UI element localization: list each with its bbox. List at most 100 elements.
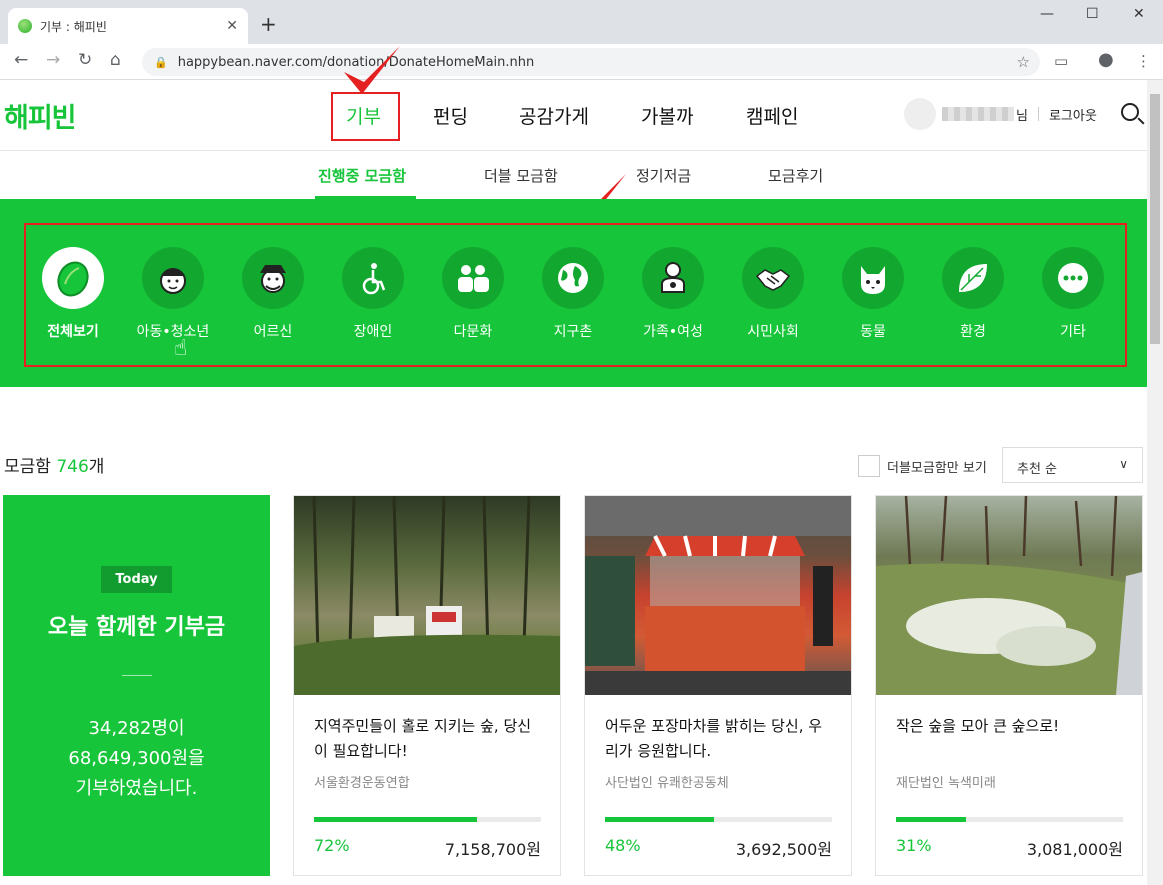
count-suffix: 개	[88, 457, 105, 477]
home-icon[interactable]: ⌂	[110, 50, 121, 70]
logout-link[interactable]: 로그아웃	[1049, 105, 1097, 124]
browser-tab-bar: 기부 : 해피빈 ✕ + — ☐ ✕	[0, 0, 1163, 44]
tab-double[interactable]: 더블 모금함	[484, 165, 558, 186]
category-band: 전체보기 아동•청소년 어르신 장애인 다문화 지구촌 가족•여성 시민사회 동…	[0, 199, 1147, 387]
fundraiser-title[interactable]: 작은 숲을 모아 큰 숲으로!	[896, 714, 1124, 739]
bookmark-star-icon[interactable]: ☆	[1017, 53, 1030, 71]
gnb-campaign[interactable]: 캠페인	[746, 102, 798, 129]
progress-fill	[314, 817, 478, 822]
fundraiser-card[interactable]: 어두운 포장마차를 밝히는 당신, 우리가 응원합니다. 사단법인 유쾌한공동체…	[584, 495, 852, 876]
category-youth[interactable]: 아동•청소년	[133, 247, 213, 341]
category-etc[interactable]: 기타	[1033, 247, 1113, 341]
checkmark-annotation-icon	[344, 46, 400, 94]
sort-value: 추천 순	[1017, 462, 1058, 477]
favicon-icon	[18, 19, 32, 33]
bean-icon	[42, 247, 104, 309]
child-icon	[142, 247, 204, 309]
handshake-icon	[742, 247, 804, 309]
fundraiser-title[interactable]: 어두운 포장마차를 밝히는 당신, 우리가 응원합니다.	[605, 714, 833, 764]
lock-icon: 🔒	[154, 55, 168, 69]
category-disabled[interactable]: 장애인	[333, 247, 413, 341]
gnb-shop[interactable]: 공감가게	[519, 102, 589, 129]
browser-toolbar: ← → ↻ ⌂ 🔒 happybean.naver.com/donation/D…	[0, 44, 1163, 80]
today-amount: 68,649,300원을	[68, 748, 205, 769]
fundraiser-image[interactable]	[294, 495, 560, 695]
more-icon	[1042, 247, 1104, 309]
count-prefix: 모금함	[4, 457, 57, 477]
fundraiser-image[interactable]	[585, 496, 851, 695]
chevron-down-icon: ∨	[1119, 457, 1128, 471]
progress-percent: 31%	[896, 836, 932, 855]
fundraiser-count: 모금함 746개	[4, 452, 104, 477]
double-only-label[interactable]: 더블모금함만 보기	[887, 457, 987, 476]
tab-close-icon[interactable]: ✕	[226, 18, 238, 34]
profile-icon[interactable]: ●	[1098, 49, 1114, 70]
tab-review[interactable]: 모금후기	[768, 165, 823, 186]
category-label: 가족•여성	[643, 324, 703, 340]
fundraiser-card[interactable]: 작은 숲을 모아 큰 숲으로! 재단법인 녹색미래 31% 3,081,000원	[875, 495, 1143, 876]
today-donation-card: Today 오늘 함께한 기부금 34,282명이 68,649,300원을 기…	[3, 495, 270, 876]
divider	[121, 675, 152, 676]
tab-regular[interactable]: 정기저금	[636, 165, 691, 186]
fundraiser-org: 재단법인 녹색미래	[896, 776, 996, 791]
tab-title: 기부 : 해피빈	[40, 19, 107, 34]
menu-icon[interactable]: ⋮	[1136, 52, 1151, 70]
avatar[interactable]	[904, 98, 936, 130]
maximize-button[interactable]: ☐	[1086, 6, 1099, 22]
leaf-icon	[942, 247, 1004, 309]
sort-dropdown[interactable]: 추천 순 ∨	[1002, 447, 1143, 483]
category-label: 동물	[860, 324, 886, 340]
hand-cursor-icon: ☝	[174, 336, 188, 361]
category-multicultural[interactable]: 다문화	[433, 247, 513, 341]
category-label: 전체보기	[47, 324, 99, 340]
new-tab-button[interactable]: +	[260, 12, 277, 36]
category-family[interactable]: 가족•여성	[633, 247, 713, 341]
gnb-visit[interactable]: 가볼까	[641, 102, 693, 129]
progress-fill	[896, 817, 967, 822]
people-icon	[442, 247, 504, 309]
fundraiser-title[interactable]: 지역주민들이 홀로 지키는 숲, 당신이 필요합니다!	[314, 714, 542, 764]
close-window-button[interactable]: ✕	[1133, 6, 1145, 22]
family-icon	[642, 247, 704, 309]
category-global[interactable]: 지구촌	[533, 247, 613, 341]
forward-icon[interactable]: →	[46, 50, 60, 70]
fundraiser-image[interactable]	[876, 495, 1142, 695]
category-label: 지구촌	[553, 324, 593, 340]
minimize-button[interactable]: —	[1040, 6, 1054, 22]
username-blurred	[942, 107, 1014, 121]
progress-bar	[314, 817, 541, 822]
double-only-checkbox[interactable]	[858, 455, 880, 477]
search-icon[interactable]	[1121, 103, 1139, 121]
divider	[1037, 107, 1039, 121]
address-bar[interactable]: 🔒 happybean.naver.com/donation/DonateHom…	[142, 48, 1040, 76]
logo[interactable]: 해피빈	[4, 96, 77, 135]
back-icon[interactable]: ←	[14, 50, 28, 70]
category-elderly[interactable]: 어르신	[233, 247, 313, 341]
category-label: 환경	[960, 324, 986, 340]
animal-icon	[842, 247, 904, 309]
category-civil[interactable]: 시민사회	[733, 247, 813, 341]
gnb-funding[interactable]: 펀딩	[433, 102, 468, 129]
tab-ongoing[interactable]: 진행중 모금함	[318, 165, 406, 186]
category-all[interactable]: 전체보기	[33, 247, 113, 341]
globe-icon	[542, 247, 604, 309]
progress-fill	[605, 817, 714, 822]
browser-tab[interactable]: 기부 : 해피빈 ✕	[8, 8, 248, 44]
today-badge: Today	[101, 566, 172, 593]
site-header: 해피빈 기부 펀딩 공감가게 가볼까 캠페인 님 로그아웃	[0, 80, 1147, 151]
user-suffix: 님	[1016, 108, 1028, 124]
progress-percent: 72%	[314, 836, 350, 855]
fundraiser-card[interactable]: 지역주민들이 홀로 지키는 숲, 당신이 필요합니다! 서울환경운동연합 72%…	[293, 495, 561, 876]
user-area: 님 로그아웃	[904, 98, 1097, 130]
scrollbar-thumb[interactable]	[1150, 94, 1160, 344]
scrollbar[interactable]	[1147, 80, 1163, 885]
category-label: 장애인	[353, 324, 393, 340]
category-label: 다문화	[453, 324, 493, 340]
extension-icon[interactable]: ▭	[1054, 52, 1068, 70]
fundraiser-org: 사단법인 유쾌한공동체	[605, 776, 729, 791]
category-environment[interactable]: 환경	[933, 247, 1013, 341]
raised-amount: 7,158,700원	[444, 840, 541, 859]
reload-icon[interactable]: ↻	[78, 50, 92, 70]
elder-icon	[242, 247, 304, 309]
category-animal[interactable]: 동물	[833, 247, 913, 341]
